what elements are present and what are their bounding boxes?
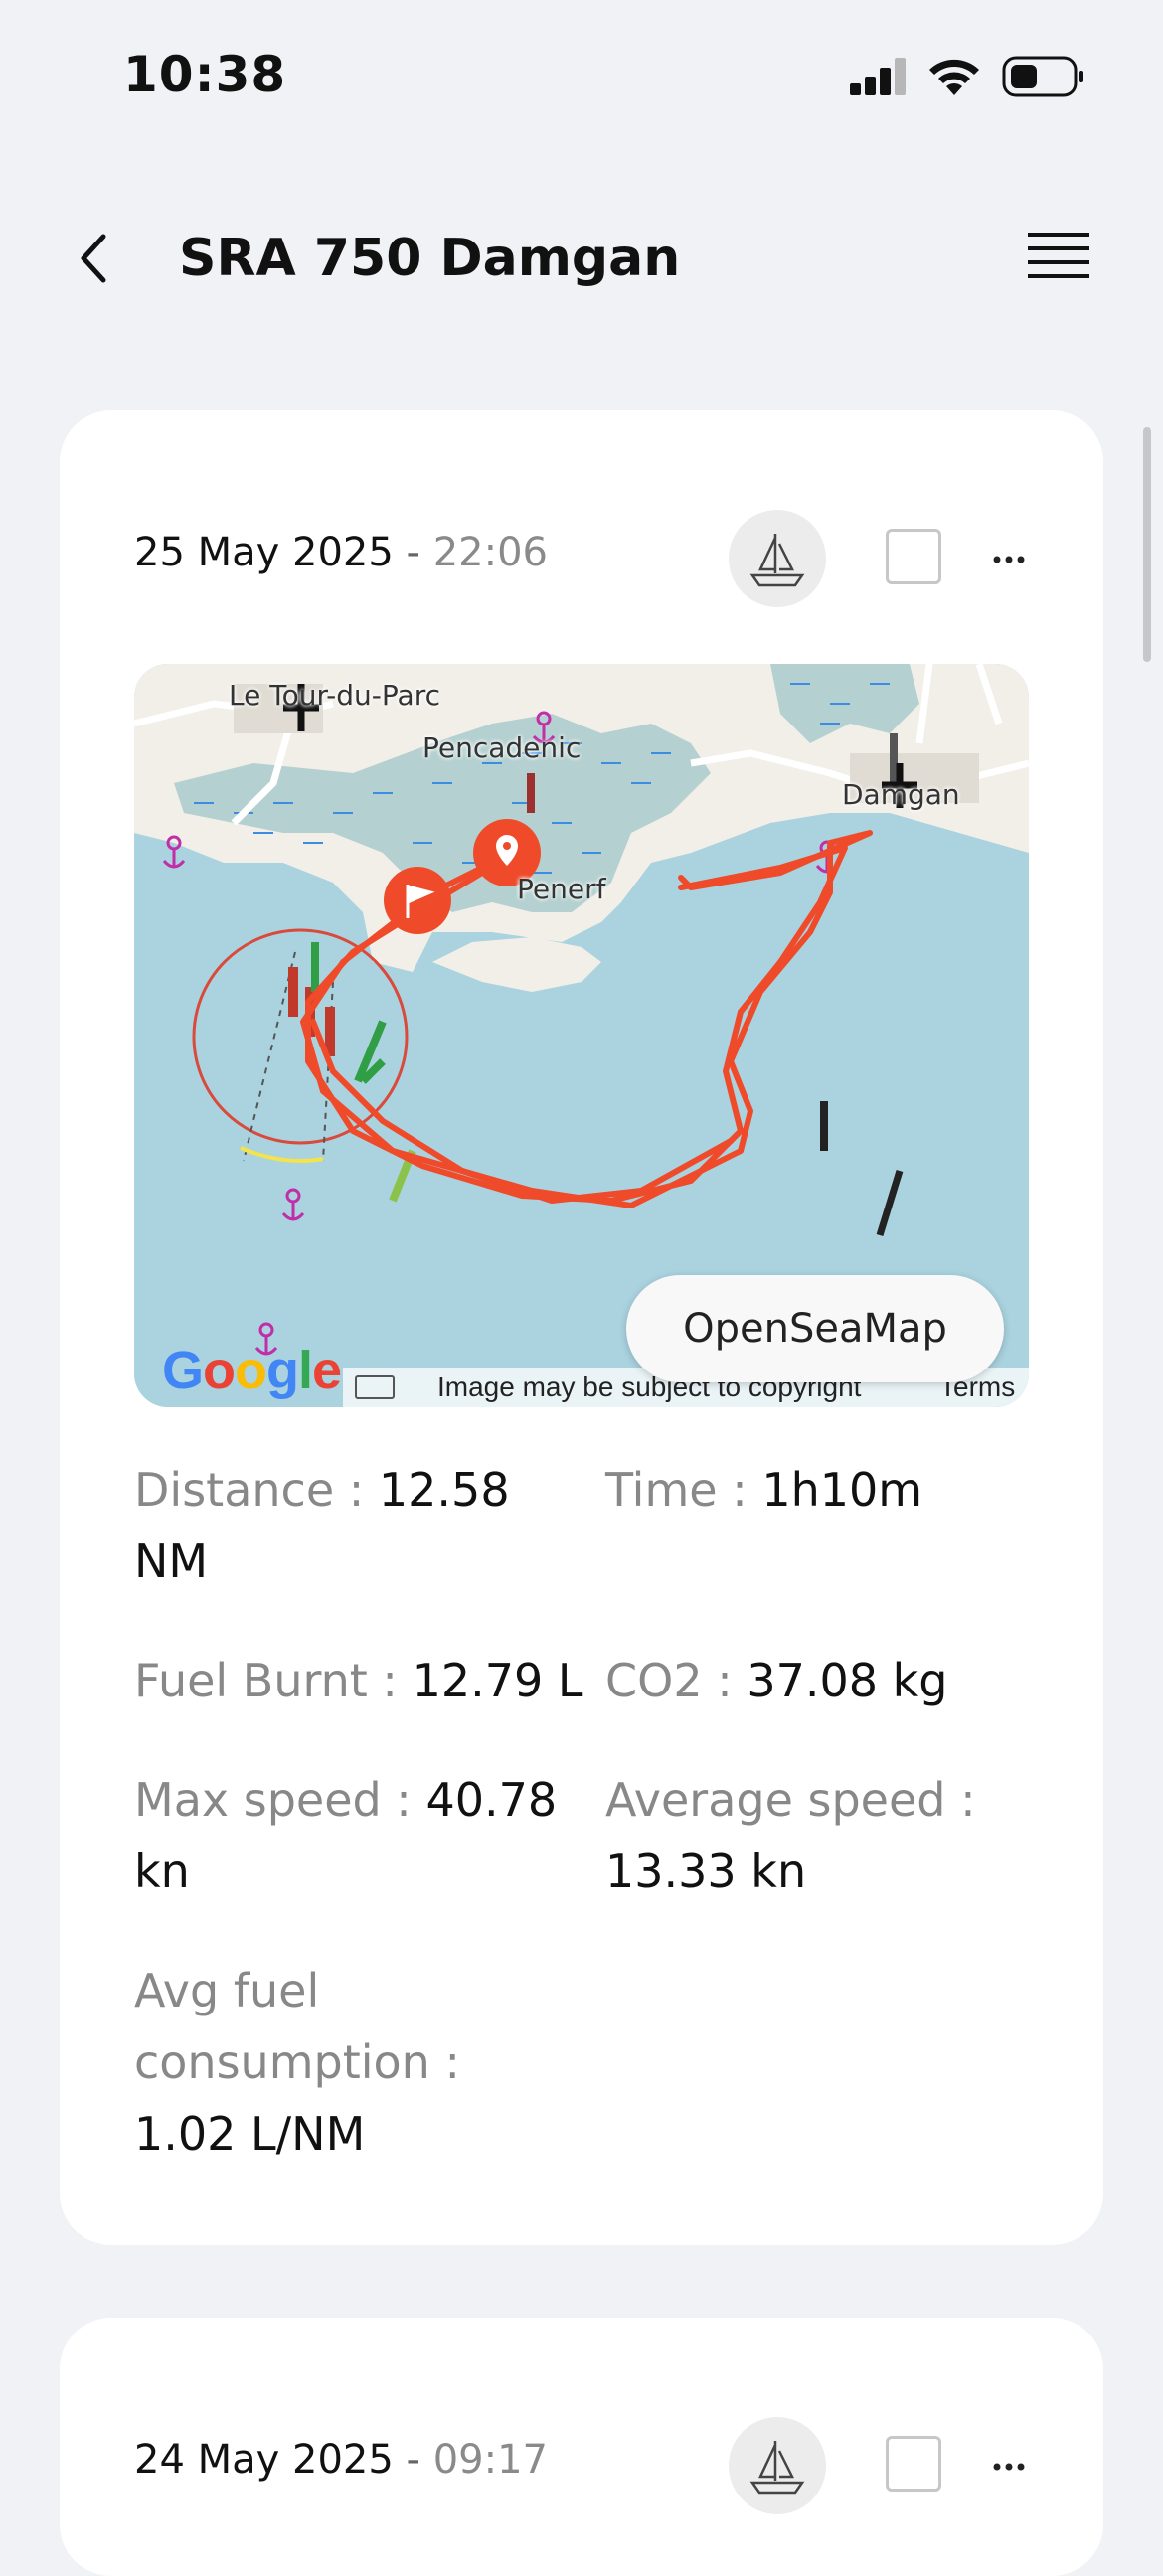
trip-time: 22:06 [432,530,548,575]
stat-avg-fuel-consumption: Avg fuel consumption : 1.02 L/NM [134,1955,532,2170]
stat-value: 37.08 kg [747,1654,948,1707]
trip-datetime: 24 May 2025 - 09:17 [134,2437,548,2483]
boat-type-button[interactable] [729,510,826,607]
stat-co2: CO2 : 37.08 kg [605,1645,1029,1716]
place-label: Le Tour-du-Parc [229,679,440,712]
stat-distance: Distance : 12.58 NM [134,1454,572,1597]
page-scrollbar[interactable] [1143,427,1151,662]
wifi-icon [929,59,979,95]
date-separator: - [393,2437,433,2483]
trip-time: 09:17 [432,2437,548,2483]
stat-value: 1.02 L/NM [134,2107,366,2161]
date-separator: - [393,530,433,575]
stat-label: Time : [605,1463,762,1517]
google-logo: Google [162,1341,342,1400]
stat-max-speed: Max speed : 40.78 kn [134,1764,572,1907]
trip-card-header: 24 May 2025 - 09:17 [134,2417,1029,2516]
stat-value: 12.79 L [412,1654,583,1707]
stat-label: Avg fuel consumption : [134,1964,460,2089]
stat-label: Fuel Burnt : [134,1654,413,1707]
place-label: Pencadenic [422,731,582,764]
battery-icon [1002,56,1083,97]
map-layer-button[interactable]: OpenSeaMap [626,1275,1004,1382]
place-label: Penerf [517,873,606,905]
status-time: 10:38 [123,46,287,103]
status-bar: 10:38 [0,0,1163,149]
stat-label: Average speed : [605,1773,976,1827]
more-options-icon[interactable] [979,540,1039,579]
start-flag-marker[interactable] [384,867,451,934]
more-options-icon[interactable] [979,2447,1039,2487]
trip-card-header: 25 May 2025 - 22:06 [134,510,1029,609]
app-header: SRA 750 Damgan [0,199,1163,318]
stat-average-speed: Average speed : 13.33 kn [605,1764,1029,1907]
stat-label: Distance : [134,1463,379,1517]
stat-label: CO2 : [605,1654,748,1707]
trip-select-checkbox[interactable] [886,2436,941,2492]
sailboat-icon [749,534,805,587]
trip-date: 25 May 2025 [134,530,394,575]
trip-date: 24 May 2025 [134,2437,394,2483]
back-chevron-icon[interactable] [66,229,125,288]
boat-type-button[interactable] [729,2417,826,2514]
trip-card[interactable]: 25 May 2025 - 22:06 Le Tour-du-Parc Penc… [60,410,1103,2245]
trip-select-checkbox[interactable] [886,529,941,584]
cellular-signal-icon [850,58,906,95]
sailboat-icon [749,2441,805,2495]
stat-time: Time : 1h10m [605,1454,1029,1526]
stat-label: Max speed : [134,1773,426,1827]
keyboard-icon[interactable] [355,1375,395,1399]
stat-fuel-burnt: Fuel Burnt : 12.79 L [134,1645,591,1716]
place-label: Damgan [842,778,960,811]
page-title: SRA 750 Damgan [179,229,681,288]
trip-map[interactable]: Le Tour-du-Parc Pencadenic Penerf Damgan… [134,664,1029,1407]
hamburger-menu-icon[interactable] [1024,229,1093,288]
trip-card[interactable]: 24 May 2025 - 09:17 [60,2318,1103,2576]
stat-value: 13.33 kn [605,1845,807,1898]
trip-datetime: 25 May 2025 - 22:06 [134,530,548,575]
stat-value: 1h10m [761,1463,923,1517]
